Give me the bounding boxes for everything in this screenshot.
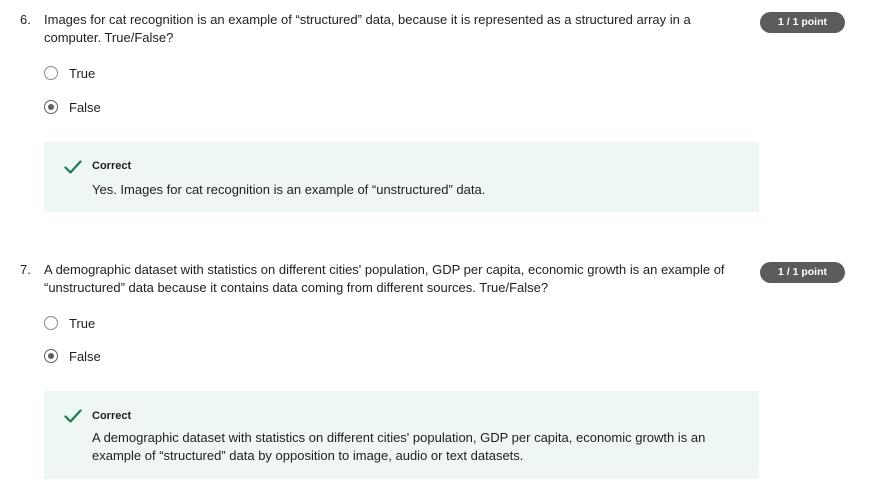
feedback-title: Correct xyxy=(92,160,132,172)
question-number: 6. xyxy=(20,12,31,27)
points-badge: 1 / 1 point xyxy=(760,12,845,33)
check-icon xyxy=(64,409,82,423)
radio-button-unchecked[interactable] xyxy=(44,66,58,80)
question-text: A demographic dataset with statistics on… xyxy=(44,262,725,295)
option-false[interactable]: False xyxy=(44,98,101,116)
feedback-title: Correct xyxy=(92,410,132,422)
option-true[interactable]: True xyxy=(44,314,95,332)
question-number: 7. xyxy=(20,262,31,277)
check-icon xyxy=(64,160,82,174)
radio-button-unchecked[interactable] xyxy=(44,316,58,330)
feedback-text: Yes. Images for cat recognition is an ex… xyxy=(92,182,486,197)
option-label: True xyxy=(69,315,96,331)
radio-button-checked[interactable] xyxy=(44,100,58,114)
option-label: False xyxy=(69,99,101,115)
option-true[interactable]: True xyxy=(44,64,95,82)
option-label: False xyxy=(69,348,101,364)
feedback-box: Correct A demographic dataset with stati… xyxy=(44,391,759,479)
option-false[interactable]: False xyxy=(44,347,101,365)
points-badge: 1 / 1 point xyxy=(760,262,845,283)
option-label: True xyxy=(69,65,96,81)
question-text: Images for cat recognition is an example… xyxy=(44,12,691,45)
radio-button-checked[interactable] xyxy=(44,349,58,363)
feedback-box: Correct Yes. Images for cat recognition … xyxy=(44,142,759,212)
feedback-text: A demographic dataset with statistics on… xyxy=(92,430,706,463)
